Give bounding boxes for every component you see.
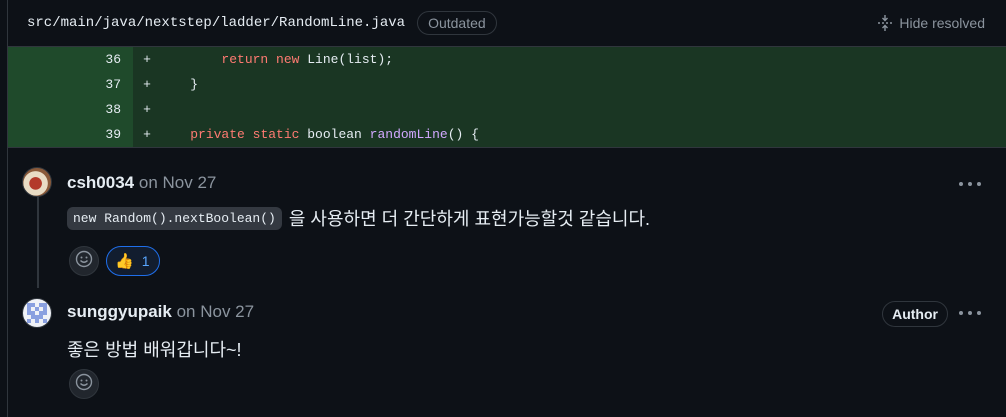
- comment-author[interactable]: csh0034: [67, 173, 134, 192]
- thumbs-up-reaction[interactable]: 👍 1: [106, 246, 161, 276]
- review-thread: src/main/java/nextstep/ladder/RandomLine…: [7, 0, 1006, 417]
- identicon-image: [27, 303, 47, 323]
- comment-date[interactable]: on Nov 27: [177, 302, 255, 321]
- line-number[interactable]: 36: [8, 47, 133, 72]
- smiley-icon: [75, 250, 93, 273]
- comment-text: 좋은 방법 배워갑니다~!: [67, 340, 242, 360]
- comment-list: csh0034 on Nov 27 new Random().nextBoole…: [8, 147, 1006, 417]
- thumbs-up-icon: 👍: [115, 253, 134, 270]
- hide-resolved-label: Hide resolved: [899, 15, 985, 31]
- line-number[interactable]: 38: [8, 97, 133, 122]
- add-reaction-button[interactable]: [69, 369, 99, 399]
- diff-marker: +: [143, 127, 151, 142]
- timeline-line: [37, 188, 39, 288]
- more-options-icon[interactable]: [959, 177, 981, 191]
- hide-resolved-button[interactable]: Hide resolved: [877, 15, 985, 31]
- outdated-badge: Outdated: [417, 11, 497, 35]
- avatar[interactable]: [22, 298, 52, 328]
- comment-text: 을 사용하면 더 간단하게 표현가능할것 같습니다.: [288, 209, 651, 229]
- fold-icon: [877, 15, 893, 31]
- code-line: 38 +: [8, 97, 1006, 122]
- add-reaction-button[interactable]: [69, 246, 99, 276]
- code-line: 39 + private static boolean randomLine()…: [8, 122, 1006, 147]
- author-badge: Author: [882, 301, 948, 327]
- line-number[interactable]: 39: [8, 122, 133, 147]
- comment-body: new Random().nextBoolean() 을 사용하면 더 간단하게…: [67, 205, 650, 231]
- comment-meta: sunggyupaik on Nov 27: [67, 302, 254, 322]
- comment-date[interactable]: on Nov 27: [139, 173, 217, 192]
- code-text: private static boolean randomLine() {: [190, 127, 479, 142]
- comment-author[interactable]: sunggyupaik: [67, 302, 172, 321]
- comment-meta: csh0034 on Nov 27: [67, 173, 216, 193]
- code-line: 36 + return new Line(list);: [8, 47, 1006, 72]
- diff-marker: +: [143, 52, 151, 67]
- diff-marker: +: [143, 102, 151, 117]
- more-options-icon[interactable]: [959, 306, 981, 320]
- inline-code: new Random().nextBoolean(): [67, 206, 282, 230]
- file-path-link[interactable]: src/main/java/nextstep/ladder/RandomLine…: [27, 15, 405, 31]
- diff-code: 36 + return new Line(list); 37 + } 38 + …: [8, 47, 1006, 147]
- code-text: }: [159, 77, 199, 92]
- diff-marker: +: [143, 77, 151, 92]
- smiley-icon: [75, 373, 93, 396]
- code-line: 37 + }: [8, 72, 1006, 97]
- reaction-count: 1: [141, 253, 150, 269]
- comment-body: 좋은 방법 배워갑니다~!: [67, 336, 242, 362]
- line-number[interactable]: 37: [8, 72, 133, 97]
- avatar[interactable]: [22, 167, 52, 197]
- code-text: return new Line(list);: [221, 52, 394, 67]
- file-header: src/main/java/nextstep/ladder/RandomLine…: [8, 0, 1006, 47]
